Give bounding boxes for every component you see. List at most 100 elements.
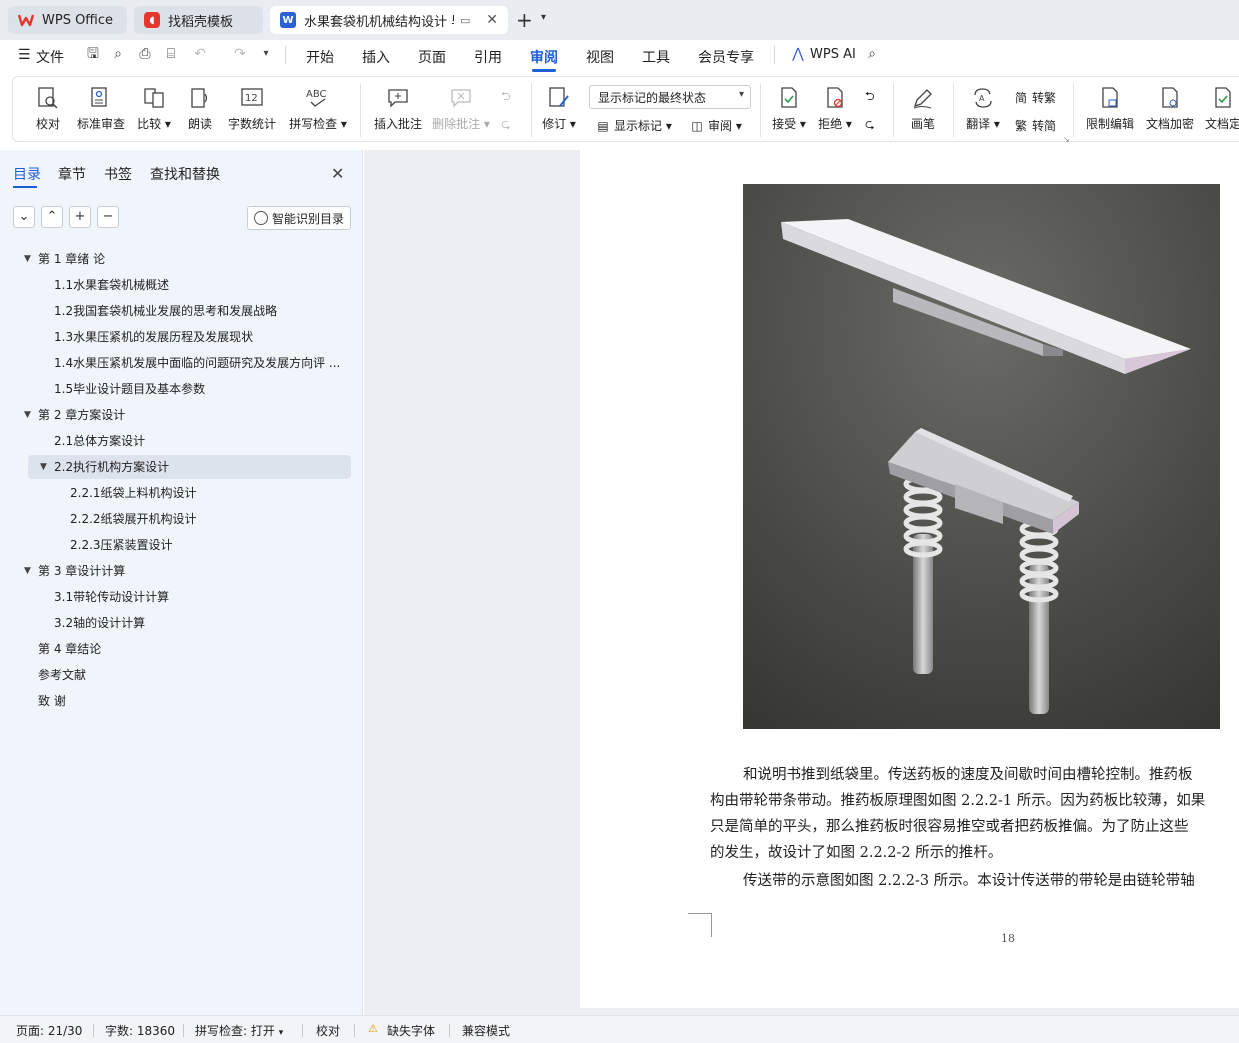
show-markup-button[interactable]: ▤ 显示标记 ▾ <box>595 117 672 134</box>
toc-item[interactable]: 2.2.3压紧装置设计 <box>70 533 345 557</box>
remove-heading-button[interactable]: − <box>97 206 119 228</box>
tab-bookmarks[interactable]: 书签 <box>104 164 132 184</box>
redo-icon[interactable]: ↷ <box>232 46 248 62</box>
toc-item[interactable]: 第 4 章结论 <box>38 637 345 661</box>
track-changes-button[interactable]: 修订 ▾ <box>539 77 579 141</box>
toc-expand-arrow-icon[interactable]: ▼ <box>24 403 31 427</box>
review-pane-button[interactable]: ◫ 审阅 ▾ <box>689 117 742 134</box>
markup-state-select[interactable]: 显示标记的最终状态 ▾ <box>589 85 751 109</box>
compare-button[interactable]: 比较 ▾ <box>135 77 173 141</box>
previous-change-icon[interactable]: ⮌ <box>865 87 875 108</box>
svg-text:A: A <box>979 94 985 103</box>
toc-item[interactable]: 第 2 章方案设计 <box>38 403 345 427</box>
menu-tools[interactable]: 工具 <box>642 47 670 67</box>
tab-wps-office[interactable]: WPS Office <box>8 6 127 34</box>
toc-expand-arrow-icon[interactable]: ▼ <box>40 455 47 479</box>
search-icon[interactable]: ⌕ <box>864 46 880 62</box>
chevron-down-icon[interactable]: ▾ <box>541 12 546 23</box>
tab-find-replace[interactable]: 查找和替换 <box>150 164 220 184</box>
tab-docer-templates[interactable]: ◖ 找稻壳模板 <box>134 6 263 34</box>
toc-item[interactable]: 1.4水果压紧机发展中面临的问题研究及发展方向评 ... <box>54 351 345 375</box>
read-aloud-button[interactable]: 朗读 <box>185 77 215 141</box>
ribbon-expand-corner-icon[interactable]: ↘ <box>1063 135 1070 144</box>
menu-view[interactable]: 视图 <box>586 47 614 67</box>
document-canvas[interactable]: 和说明书推到纸袋里。传送药板的速度及间歇时间由槽轮控制。推药板 构由带轮带条带动… <box>364 150 1239 1015</box>
toc-item[interactable]: 1.2我国套袋机械业发展的思考和发展战略 <box>54 299 345 323</box>
toc-item[interactable]: 2.1总体方案设计 <box>54 429 345 453</box>
document-page[interactable]: 和说明书推到纸袋里。传送药板的速度及间歇时间由槽轮控制。推药板 构由带轮带条带动… <box>580 150 1239 1008</box>
word-count-button[interactable]: 12 字数统计 <box>227 77 277 141</box>
menu-references[interactable]: 引用 <box>474 47 502 67</box>
standard-review-icon <box>88 85 114 111</box>
toc-item[interactable]: 2.2.1纸袋上料机构设计 <box>70 481 345 505</box>
to-simplified-button[interactable]: 繁转简 <box>1013 117 1056 134</box>
status-proof[interactable]: 校对 <box>316 1022 340 1039</box>
previous-comment-icon[interactable]: ⮌ <box>501 87 511 108</box>
expand-level-button[interactable]: ⌃ <box>41 206 63 228</box>
toc-item[interactable]: 致 谢 <box>38 689 345 713</box>
menu-file[interactable]: 文件 <box>36 47 64 67</box>
status-word-count[interactable]: 字数: 18360 <box>105 1022 175 1039</box>
undo-icon[interactable]: ↶ <box>192 46 208 62</box>
tab-sections[interactable]: 章节 <box>58 164 86 184</box>
close-icon[interactable]: ✕ <box>331 164 344 183</box>
toc-item[interactable]: 1.5毕业设计题目及基本参数 <box>54 377 345 401</box>
spell-check-button[interactable]: ABC 拼写检查 ▾ <box>287 77 349 141</box>
menu-home[interactable]: 开始 <box>306 47 334 67</box>
ink-button[interactable]: 画笔 <box>905 77 941 141</box>
collapse-all-button[interactable]: ⌄ <box>13 206 35 228</box>
new-tab-plus-icon[interactable]: + <box>516 8 533 32</box>
restrict-edit-button[interactable]: 限制编辑 <box>1083 77 1137 141</box>
finalize-doc-button[interactable]: 文档定 <box>1203 77 1239 141</box>
toc-item[interactable]: 2.2执行机构方案设计 <box>54 455 345 479</box>
toc-item[interactable]: 2.2.2纸袋展开机构设计 <box>70 507 345 531</box>
delete-comment-button[interactable]: 删除批注 ▾ <box>431 77 491 141</box>
toc-item[interactable]: 第 1 章绪 论 <box>38 247 345 271</box>
print-preview-icon[interactable]: ⌸ <box>163 46 179 62</box>
traditional-glyph-icon: 简 <box>1014 91 1027 105</box>
status-page[interactable]: 页面: 21/30 <box>16 1022 82 1039</box>
standard-review-button[interactable]: 标准审查 <box>75 77 127 141</box>
toc-expand-arrow-icon[interactable]: ▼ <box>24 559 31 583</box>
toc-item[interactable]: 3.1带轮传动设计计算 <box>54 585 345 609</box>
paragraph-line: 传送带的示意图如图 2.2.2-3 所示。本设计传送带的带轮是由链轮带轴 <box>743 873 1195 889</box>
encrypt-doc-button[interactable]: 文档加密 <box>1143 77 1197 141</box>
hamburger-icon[interactable]: ☰ <box>18 47 31 63</box>
toc-item[interactable]: 参考文献 <box>38 663 345 687</box>
reject-button[interactable]: 拒绝 ▾ <box>817 77 853 141</box>
spell-check-icon: ABC <box>305 85 331 111</box>
translate-button[interactable]: A 翻译 ▾ <box>963 77 1003 141</box>
proofread-button[interactable]: 校对 <box>31 77 65 141</box>
format-painter-icon[interactable]: ⌕ <box>110 46 126 62</box>
print-icon[interactable]: ⎙ <box>137 46 153 62</box>
menu-page[interactable]: 页面 <box>418 47 446 67</box>
toc-item[interactable]: 第 3 章设计计算 <box>38 559 345 583</box>
menu-review[interactable]: 审阅 <box>530 47 558 67</box>
menu-membership[interactable]: 会员专享 <box>698 47 754 67</box>
next-comment-icon[interactable]: ⮎ <box>501 115 511 136</box>
read-aloud-icon <box>187 85 213 111</box>
add-heading-button[interactable]: + <box>69 206 91 228</box>
to-traditional-button[interactable]: 简转繁 <box>1013 89 1056 106</box>
menu-insert[interactable]: 插入 <box>362 47 390 67</box>
next-change-icon[interactable]: ⮎ <box>865 115 875 136</box>
tab-toc[interactable]: 目录 <box>13 164 41 184</box>
monitor-icon[interactable]: ▭ <box>460 14 470 27</box>
toc-item[interactable]: 3.2轴的设计计算 <box>54 611 345 635</box>
toc-expand-arrow-icon[interactable]: ▼ <box>24 247 31 271</box>
chevron-down-icon[interactable]: ▾ <box>258 46 274 62</box>
toc-item[interactable]: 1.1水果套袋机械概述 <box>54 273 345 297</box>
accept-button[interactable]: 接受 ▾ <box>771 77 807 141</box>
close-icon[interactable]: ✕ <box>486 12 498 28</box>
wps-ai-logo-icon: ⋀ <box>792 46 804 62</box>
insert-comment-button[interactable]: 插入批注 <box>371 77 425 141</box>
status-spell-check[interactable]: 拼写检查: 打开 ▾ <box>195 1022 283 1039</box>
tab-current-document[interactable]: W 水果套袋机机械结构设计 毕业 ▭ ✕ <box>270 6 508 34</box>
menu-wps-ai[interactable]: WPS AI <box>810 47 856 62</box>
toc-item[interactable]: 1.3水果压紧机的发展历程及发展现状 <box>54 325 345 349</box>
active-menu-indicator <box>532 69 556 72</box>
status-compat-mode[interactable]: 兼容模式 <box>462 1022 510 1039</box>
save-icon[interactable]: 🖫 <box>85 46 101 62</box>
smart-toc-button[interactable]: 智能识别目录 <box>247 206 351 230</box>
status-missing-font[interactable]: 缺失字体 <box>387 1022 435 1039</box>
